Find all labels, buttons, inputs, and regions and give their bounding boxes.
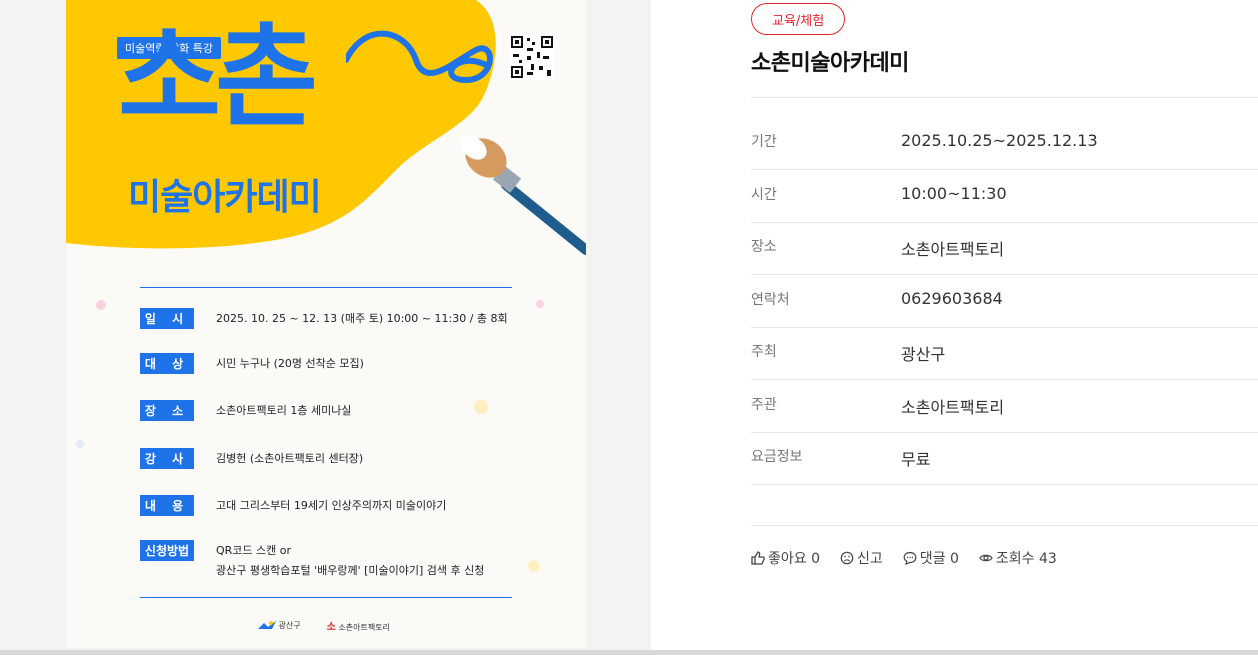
eye-icon xyxy=(979,554,993,562)
poster-panel: 미술역량 강화 특강 소촌 미술아카데미 일 시 2025. 10. 25 ~ … xyxy=(0,0,651,655)
poster-row-label: 내 용 xyxy=(140,495,194,516)
info-key: 주최 xyxy=(751,344,777,360)
report-button[interactable]: 신고 xyxy=(840,548,883,568)
info-value: 소촌아트팩토리 xyxy=(901,398,1005,417)
poster-row-content: 내 용 고대 그리스부터 19세기 인상주의까지 미술이야기 xyxy=(140,495,446,517)
poster-row-lecturer: 강 사 김병헌 (소촌아트팩토리 센터장) xyxy=(140,448,363,470)
info-row-place: 장소 소촌아트팩토리 xyxy=(751,222,1258,275)
event-poster: 미술역량 강화 특강 소촌 미술아카데미 일 시 2025. 10. 25 ~ … xyxy=(66,0,586,648)
info-row-time: 시간 10:00~11:30 xyxy=(751,170,1258,223)
info-row-organizer: 주관 소촌아트팩토리 xyxy=(751,380,1258,433)
poster-logos: 광산구 소 소촌아트팩토리 xyxy=(258,618,390,633)
poster-row-value-2: 광산구 평생학습포털 '배우랑께' [미술이야기] 검색 후 신청 xyxy=(216,564,485,577)
poster-row-label: 대 상 xyxy=(140,353,194,374)
info-value: 10:00~11:30 xyxy=(901,184,1007,203)
poster-row-value: QR코드 스캔 or xyxy=(216,544,292,557)
poster-row-place: 장 소 소촌아트팩토리 1층 세미나실 xyxy=(140,400,351,422)
poster-row-value: 2025. 10. 25 ~ 12. 13 (매주 토) 10:00 ~ 11:… xyxy=(216,312,508,325)
poster-row-value: 시민 누구나 (20명 선착순 모집) xyxy=(216,357,364,370)
poster-row-label: 일 시 xyxy=(140,308,194,329)
poster-subtitle: 미술아카데미 xyxy=(128,177,322,218)
socheon-logo-mark: 소 xyxy=(326,622,336,633)
poster-row-apply: 신청방법 QR코드 스캔 or 광산구 평생학습포털 '배우랑께' [미술이야기… xyxy=(140,540,484,577)
poster-divider xyxy=(140,597,512,598)
like-button[interactable]: 좋아요 0 xyxy=(751,548,820,568)
poster-divider xyxy=(140,287,512,288)
info-key: 장소 xyxy=(751,239,777,255)
action-bar: 좋아요 0 신고 댓글 0 조회수 43 xyxy=(751,548,1057,568)
event-detail-panel: 교육/체험 소촌미술아카데미 기간 2025.10.25~2025.12.13 … xyxy=(751,0,1258,655)
info-value: 광산구 xyxy=(901,345,946,364)
poster-row-label: 강 사 xyxy=(140,448,194,469)
poster-row-value: 김병헌 (소촌아트팩토리 센터장) xyxy=(216,452,364,465)
poster-row-date: 일 시 2025. 10. 25 ~ 12. 13 (매주 토) 10:00 ~… xyxy=(140,308,508,330)
poster-row-label: 장 소 xyxy=(140,400,194,421)
info-row-period: 기간 2025.10.25~2025.12.13 xyxy=(751,117,1258,170)
info-row-contact: 연락처 0629603684 xyxy=(751,275,1258,328)
info-value: 무료 xyxy=(901,450,931,469)
gwangsan-logo-icon xyxy=(258,620,276,629)
poster-row-label: 신청방법 xyxy=(140,540,194,561)
info-key: 시간 xyxy=(751,187,777,203)
like-label: 좋아요 0 xyxy=(768,551,820,567)
horizontal-scrollbar[interactable] xyxy=(0,650,1258,655)
gwangsan-logo: 광산구 xyxy=(258,620,301,631)
poster-row-value: 소촌아트팩토리 1층 세미나실 xyxy=(216,404,352,417)
poster-row-value: 고대 그리스부터 19세기 인상주의까지 미술이야기 xyxy=(216,499,447,512)
socheon-logo: 소 소촌아트팩토리 xyxy=(326,622,390,633)
info-key: 연락처 xyxy=(751,292,790,308)
info-value: 0629603684 xyxy=(901,289,1003,308)
thumbs-up-icon xyxy=(751,551,765,565)
comment-button[interactable]: 댓글 0 xyxy=(903,548,959,568)
info-row-host: 주최 광산구 xyxy=(751,327,1258,380)
info-value: 2025.10.25~2025.12.13 xyxy=(901,131,1098,150)
category-tag[interactable]: 교육/체험 xyxy=(751,3,846,35)
info-key: 요금정보 xyxy=(751,449,803,465)
view-count-label: 조회수 43 xyxy=(995,551,1057,567)
qr-code-icon xyxy=(509,34,555,80)
comment-label: 댓글 0 xyxy=(919,551,959,567)
report-label: 신고 xyxy=(857,551,883,567)
info-key: 주관 xyxy=(751,397,777,413)
actions-divider xyxy=(751,525,1258,526)
title-divider xyxy=(751,97,1258,98)
info-key: 기간 xyxy=(751,134,777,150)
poster-main-title: 소촌 xyxy=(118,13,318,143)
poster-row-target: 대 상 시민 누구나 (20명 선착순 모집) xyxy=(140,353,364,375)
info-value: 소촌아트팩토리 xyxy=(901,240,1005,259)
info-row-fee: 요금정보 무료 xyxy=(751,432,1258,485)
speech-bubble-icon xyxy=(903,551,917,565)
frown-face-icon xyxy=(840,551,854,565)
view-count: 조회수 43 xyxy=(979,548,1057,568)
event-title: 소촌미술아카데미 xyxy=(751,51,909,76)
